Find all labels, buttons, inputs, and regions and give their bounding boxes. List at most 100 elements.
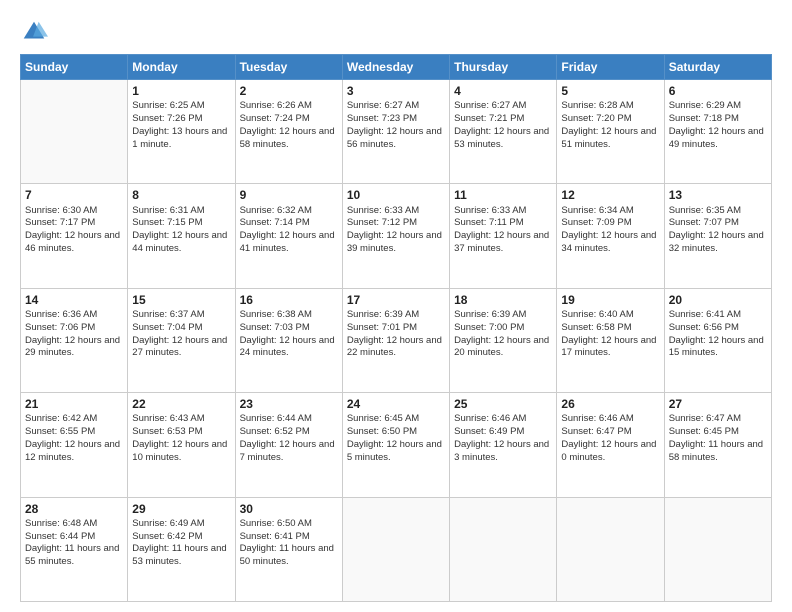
day-info: Sunrise: 6:45 AM xyxy=(347,413,445,426)
day-info: Daylight: 12 hours and 51 minutes. xyxy=(561,126,659,152)
calendar-cell: 30Sunrise: 6:50 AMSunset: 6:41 PMDayligh… xyxy=(235,497,342,601)
day-info: Sunset: 7:23 PM xyxy=(347,113,445,126)
day-info: Sunset: 7:01 PM xyxy=(347,322,445,335)
day-info: Sunset: 6:58 PM xyxy=(561,322,659,335)
day-info: Sunrise: 6:27 AM xyxy=(347,100,445,113)
page: SundayMondayTuesdayWednesdayThursdayFrid… xyxy=(0,0,792,612)
calendar-cell: 20Sunrise: 6:41 AMSunset: 6:56 PMDayligh… xyxy=(664,288,771,392)
day-info: Daylight: 12 hours and 20 minutes. xyxy=(454,335,552,361)
day-info: Sunrise: 6:27 AM xyxy=(454,100,552,113)
day-info: Sunset: 7:26 PM xyxy=(132,113,230,126)
weekday-header: Wednesday xyxy=(342,55,449,80)
day-info: Sunset: 7:06 PM xyxy=(25,322,123,335)
day-number: 26 xyxy=(561,396,659,412)
calendar-cell: 4Sunrise: 6:27 AMSunset: 7:21 PMDaylight… xyxy=(450,80,557,184)
day-info: Daylight: 12 hours and 49 minutes. xyxy=(669,126,767,152)
day-info: Sunset: 7:18 PM xyxy=(669,113,767,126)
day-info: Sunrise: 6:33 AM xyxy=(347,205,445,218)
day-info: Daylight: 12 hours and 3 minutes. xyxy=(454,439,552,465)
day-number: 28 xyxy=(25,501,123,517)
day-info: Sunrise: 6:39 AM xyxy=(347,309,445,322)
day-info: Sunset: 6:49 PM xyxy=(454,426,552,439)
weekday-header: Sunday xyxy=(21,55,128,80)
day-number: 9 xyxy=(240,187,338,203)
calendar-cell: 10Sunrise: 6:33 AMSunset: 7:12 PMDayligh… xyxy=(342,184,449,288)
day-info: Sunrise: 6:38 AM xyxy=(240,309,338,322)
day-info: Sunrise: 6:25 AM xyxy=(132,100,230,113)
day-info: Daylight: 12 hours and 22 minutes. xyxy=(347,335,445,361)
calendar-cell xyxy=(21,80,128,184)
day-number: 27 xyxy=(669,396,767,412)
day-number: 4 xyxy=(454,83,552,99)
calendar-cell: 3Sunrise: 6:27 AMSunset: 7:23 PMDaylight… xyxy=(342,80,449,184)
calendar-cell: 6Sunrise: 6:29 AMSunset: 7:18 PMDaylight… xyxy=(664,80,771,184)
day-info: Daylight: 12 hours and 41 minutes. xyxy=(240,230,338,256)
day-info: Daylight: 12 hours and 15 minutes. xyxy=(669,335,767,361)
day-info: Sunrise: 6:42 AM xyxy=(25,413,123,426)
calendar-cell: 26Sunrise: 6:46 AMSunset: 6:47 PMDayligh… xyxy=(557,393,664,497)
day-info: Daylight: 13 hours and 1 minute. xyxy=(132,126,230,152)
day-info: Sunset: 6:41 PM xyxy=(240,531,338,544)
day-number: 13 xyxy=(669,187,767,203)
day-info: Sunset: 7:24 PM xyxy=(240,113,338,126)
day-info: Sunset: 7:00 PM xyxy=(454,322,552,335)
day-number: 10 xyxy=(347,187,445,203)
day-info: Daylight: 12 hours and 39 minutes. xyxy=(347,230,445,256)
day-info: Sunrise: 6:50 AM xyxy=(240,518,338,531)
day-info: Sunrise: 6:32 AM xyxy=(240,205,338,218)
day-info: Daylight: 12 hours and 5 minutes. xyxy=(347,439,445,465)
day-info: Sunset: 7:21 PM xyxy=(454,113,552,126)
calendar-cell: 1Sunrise: 6:25 AMSunset: 7:26 PMDaylight… xyxy=(128,80,235,184)
day-info: Daylight: 12 hours and 24 minutes. xyxy=(240,335,338,361)
day-number: 19 xyxy=(561,292,659,308)
calendar-cell: 24Sunrise: 6:45 AMSunset: 6:50 PMDayligh… xyxy=(342,393,449,497)
calendar-cell: 8Sunrise: 6:31 AMSunset: 7:15 PMDaylight… xyxy=(128,184,235,288)
day-info: Sunrise: 6:29 AM xyxy=(669,100,767,113)
day-info: Sunset: 6:55 PM xyxy=(25,426,123,439)
day-info: Daylight: 12 hours and 17 minutes. xyxy=(561,335,659,361)
calendar-week-row: 7Sunrise: 6:30 AMSunset: 7:17 PMDaylight… xyxy=(21,184,772,288)
calendar-cell: 23Sunrise: 6:44 AMSunset: 6:52 PMDayligh… xyxy=(235,393,342,497)
day-info: Daylight: 11 hours and 58 minutes. xyxy=(669,439,767,465)
day-info: Sunset: 7:14 PM xyxy=(240,217,338,230)
day-info: Sunrise: 6:43 AM xyxy=(132,413,230,426)
day-info: Sunrise: 6:35 AM xyxy=(669,205,767,218)
weekday-header: Friday xyxy=(557,55,664,80)
day-info: Sunrise: 6:47 AM xyxy=(669,413,767,426)
day-number: 6 xyxy=(669,83,767,99)
day-info: Daylight: 12 hours and 27 minutes. xyxy=(132,335,230,361)
day-number: 23 xyxy=(240,396,338,412)
day-number: 21 xyxy=(25,396,123,412)
calendar-cell: 18Sunrise: 6:39 AMSunset: 7:00 PMDayligh… xyxy=(450,288,557,392)
day-info: Sunrise: 6:39 AM xyxy=(454,309,552,322)
calendar-cell: 14Sunrise: 6:36 AMSunset: 7:06 PMDayligh… xyxy=(21,288,128,392)
day-info: Sunset: 6:45 PM xyxy=(669,426,767,439)
calendar-cell: 25Sunrise: 6:46 AMSunset: 6:49 PMDayligh… xyxy=(450,393,557,497)
calendar-cell: 27Sunrise: 6:47 AMSunset: 6:45 PMDayligh… xyxy=(664,393,771,497)
day-info: Sunset: 7:20 PM xyxy=(561,113,659,126)
calendar-cell: 2Sunrise: 6:26 AMSunset: 7:24 PMDaylight… xyxy=(235,80,342,184)
calendar-table: SundayMondayTuesdayWednesdayThursdayFrid… xyxy=(20,54,772,602)
calendar-cell: 15Sunrise: 6:37 AMSunset: 7:04 PMDayligh… xyxy=(128,288,235,392)
calendar-cell: 21Sunrise: 6:42 AMSunset: 6:55 PMDayligh… xyxy=(21,393,128,497)
day-info: Daylight: 12 hours and 53 minutes. xyxy=(454,126,552,152)
day-info: Sunrise: 6:31 AM xyxy=(132,205,230,218)
day-info: Sunset: 7:15 PM xyxy=(132,217,230,230)
day-info: Sunrise: 6:30 AM xyxy=(25,205,123,218)
day-info: Sunrise: 6:33 AM xyxy=(454,205,552,218)
day-info: Daylight: 11 hours and 55 minutes. xyxy=(25,543,123,569)
day-info: Sunset: 6:44 PM xyxy=(25,531,123,544)
day-number: 8 xyxy=(132,187,230,203)
day-number: 2 xyxy=(240,83,338,99)
day-number: 22 xyxy=(132,396,230,412)
calendar-cell: 12Sunrise: 6:34 AMSunset: 7:09 PMDayligh… xyxy=(557,184,664,288)
day-number: 25 xyxy=(454,396,552,412)
calendar-cell: 11Sunrise: 6:33 AMSunset: 7:11 PMDayligh… xyxy=(450,184,557,288)
calendar-cell: 22Sunrise: 6:43 AMSunset: 6:53 PMDayligh… xyxy=(128,393,235,497)
calendar-week-row: 21Sunrise: 6:42 AMSunset: 6:55 PM Dayligh… xyxy=(21,393,772,497)
day-info: Sunset: 6:50 PM xyxy=(347,426,445,439)
day-info: Sunset: 7:04 PM xyxy=(132,322,230,335)
day-number: 29 xyxy=(132,501,230,517)
day-info: Sunrise: 6:46 AM xyxy=(561,413,659,426)
day-info: Daylight: 12 hours and 29 minutes. xyxy=(25,335,123,361)
